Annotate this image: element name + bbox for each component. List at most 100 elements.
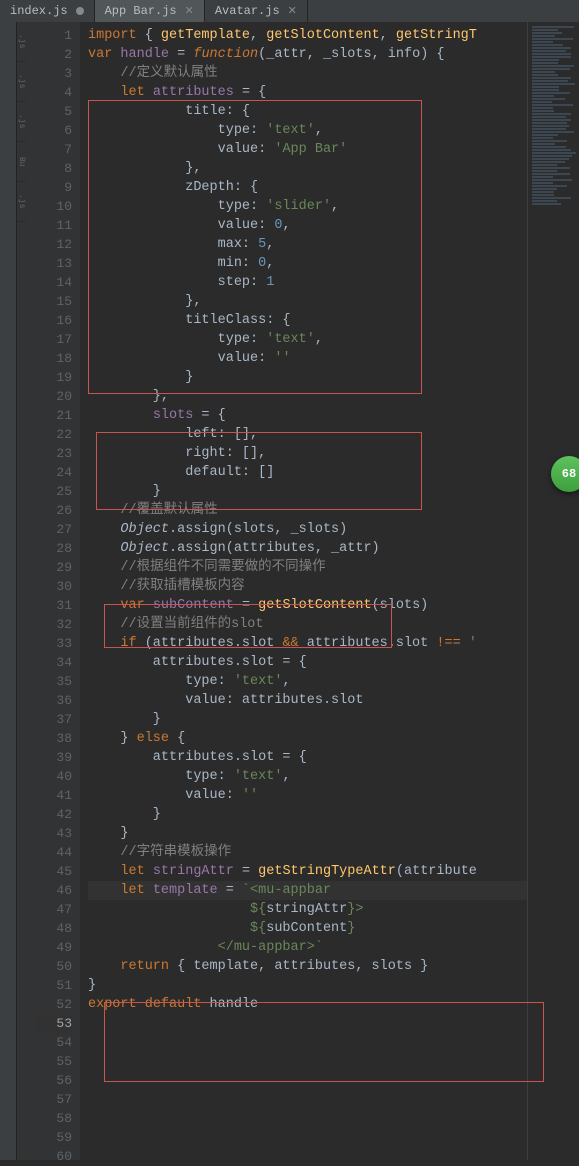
line-number[interactable]: 60 bbox=[34, 1147, 72, 1166]
code-line[interactable]: value: '' bbox=[88, 786, 527, 805]
code-line[interactable]: Object.assign(attributes, _attr) bbox=[88, 539, 527, 558]
code-line[interactable]: type: 'text', bbox=[88, 330, 527, 349]
code-line[interactable]: } bbox=[88, 368, 527, 387]
code-line[interactable]: export default handle bbox=[88, 995, 527, 1014]
line-number[interactable]: 7 bbox=[34, 140, 72, 159]
line-number[interactable]: 52 bbox=[34, 995, 72, 1014]
line-number[interactable]: 20 bbox=[34, 387, 72, 406]
code-line[interactable]: min: 0, bbox=[88, 254, 527, 273]
thumb-item[interactable]: .js bbox=[17, 22, 26, 62]
code-line[interactable]: let template = `<mu-appbar bbox=[88, 881, 527, 900]
line-number[interactable]: 26 bbox=[34, 501, 72, 520]
hint-badge[interactable]: 68 bbox=[551, 456, 579, 492]
line-number[interactable]: 53 bbox=[34, 1014, 72, 1033]
code-line[interactable]: right: [], bbox=[88, 444, 527, 463]
code-line[interactable]: //字符串模板操作 bbox=[88, 843, 527, 862]
tab-index-js[interactable]: index.js bbox=[0, 0, 95, 22]
line-number[interactable]: 33 bbox=[34, 634, 72, 653]
code-line[interactable]: var handle = function(_attr, _slots, inf… bbox=[88, 45, 527, 64]
line-number[interactable]: 36 bbox=[34, 691, 72, 710]
close-icon[interactable]: ✕ bbox=[185, 4, 194, 18]
line-number[interactable]: 28 bbox=[34, 539, 72, 558]
line-number[interactable]: 12 bbox=[34, 235, 72, 254]
line-number[interactable]: 43 bbox=[34, 824, 72, 843]
code-line[interactable]: type: 'text', bbox=[88, 672, 527, 691]
line-number[interactable]: 13 bbox=[34, 254, 72, 273]
line-number[interactable]: 25 bbox=[34, 482, 72, 501]
code-line[interactable]: titleClass: { bbox=[88, 311, 527, 330]
code-line[interactable]: } bbox=[88, 710, 527, 729]
code-line[interactable]: left: [], bbox=[88, 425, 527, 444]
line-number[interactable]: 56 bbox=[34, 1071, 72, 1090]
code-line[interactable]: max: 5, bbox=[88, 235, 527, 254]
line-number[interactable]: 4 bbox=[34, 83, 72, 102]
code-line[interactable]: Object.assign(slots, _slots) bbox=[88, 520, 527, 539]
thumb-item[interactable]: .js bbox=[17, 182, 26, 222]
code-line[interactable]: value: '' bbox=[88, 349, 527, 368]
thumb-item[interactable]: .js bbox=[17, 62, 26, 102]
code-line[interactable]: //根据组件不同需要做的不同操作 bbox=[88, 558, 527, 577]
line-number[interactable]: 59 bbox=[34, 1128, 72, 1147]
code-line[interactable]: value: attributes.slot bbox=[88, 691, 527, 710]
line-number[interactable]: 40 bbox=[34, 767, 72, 786]
line-number[interactable]: 31 bbox=[34, 596, 72, 615]
line-number[interactable]: 50 bbox=[34, 957, 72, 976]
line-number[interactable]: 11 bbox=[34, 216, 72, 235]
minimap[interactable] bbox=[527, 22, 579, 1160]
line-number[interactable]: 47 bbox=[34, 900, 72, 919]
line-number[interactable]: 55 bbox=[34, 1052, 72, 1071]
line-number[interactable]: 27 bbox=[34, 520, 72, 539]
line-number[interactable]: 10 bbox=[34, 197, 72, 216]
line-number[interactable]: 54 bbox=[34, 1033, 72, 1052]
code-line[interactable]: attributes.slot = { bbox=[88, 748, 527, 767]
tab-Avatar-js[interactable]: Avatar.js✕ bbox=[205, 0, 308, 22]
code-line[interactable]: zDepth: { bbox=[88, 178, 527, 197]
code-line[interactable]: //覆盖默认属性 bbox=[88, 501, 527, 520]
line-number[interactable]: 58 bbox=[34, 1109, 72, 1128]
code-line[interactable]: let stringAttr = getStringTypeAttr(attri… bbox=[88, 862, 527, 881]
line-number[interactable]: 44 bbox=[34, 843, 72, 862]
line-number[interactable]: 32 bbox=[34, 615, 72, 634]
code-line[interactable]: //定义默认属性 bbox=[88, 64, 527, 83]
line-number[interactable]: 19 bbox=[34, 368, 72, 387]
line-number[interactable]: 42 bbox=[34, 805, 72, 824]
code-line[interactable]: attributes.slot = { bbox=[88, 653, 527, 672]
line-number[interactable]: 29 bbox=[34, 558, 72, 577]
code-line[interactable]: } else { bbox=[88, 729, 527, 748]
line-number[interactable]: 15 bbox=[34, 292, 72, 311]
close-icon[interactable]: ✕ bbox=[288, 4, 297, 18]
line-number[interactable]: 8 bbox=[34, 159, 72, 178]
line-number[interactable]: 21 bbox=[34, 406, 72, 425]
code-line[interactable]: return { template, attributes, slots } bbox=[88, 957, 527, 976]
line-number[interactable]: 57 bbox=[34, 1090, 72, 1109]
line-number[interactable]: 24 bbox=[34, 463, 72, 482]
line-number[interactable]: 41 bbox=[34, 786, 72, 805]
line-number[interactable]: 23 bbox=[34, 444, 72, 463]
line-number[interactable]: 35 bbox=[34, 672, 72, 691]
line-number[interactable]: 46 bbox=[34, 881, 72, 900]
line-number[interactable]: 34 bbox=[34, 653, 72, 672]
code-line[interactable]: </mu-appbar>` bbox=[88, 938, 527, 957]
code-line[interactable]: default: [] bbox=[88, 463, 527, 482]
code-line[interactable]: title: { bbox=[88, 102, 527, 121]
code-line[interactable]: //设置当前组件的slot bbox=[88, 615, 527, 634]
code-line[interactable]: }, bbox=[88, 387, 527, 406]
line-number[interactable]: 6 bbox=[34, 121, 72, 140]
line-number[interactable]: 22 bbox=[34, 425, 72, 444]
line-number[interactable]: 14 bbox=[34, 273, 72, 292]
code-line[interactable]: type: 'slider', bbox=[88, 197, 527, 216]
line-number[interactable]: 37 bbox=[34, 710, 72, 729]
thumb-item[interactable]: .js bbox=[17, 102, 26, 142]
line-number[interactable]: 39 bbox=[34, 748, 72, 767]
code-line[interactable]: } bbox=[88, 976, 527, 995]
code-line[interactable]: value: 0, bbox=[88, 216, 527, 235]
code-line[interactable]: var subContent = getSlotContent(slots) bbox=[88, 596, 527, 615]
code-line[interactable]: ${subContent} bbox=[88, 919, 527, 938]
line-number[interactable]: 1 bbox=[34, 26, 72, 45]
code-line[interactable]: } bbox=[88, 805, 527, 824]
code-line[interactable]: } bbox=[88, 482, 527, 501]
code-line[interactable]: //获取插槽模板内容 bbox=[88, 577, 527, 596]
line-number[interactable]: 2 bbox=[34, 45, 72, 64]
code-line[interactable]: if (attributes.slot && attributes.slot !… bbox=[88, 634, 527, 653]
line-gutter[interactable]: 1234567891011121314151617181920212223242… bbox=[34, 22, 80, 1160]
